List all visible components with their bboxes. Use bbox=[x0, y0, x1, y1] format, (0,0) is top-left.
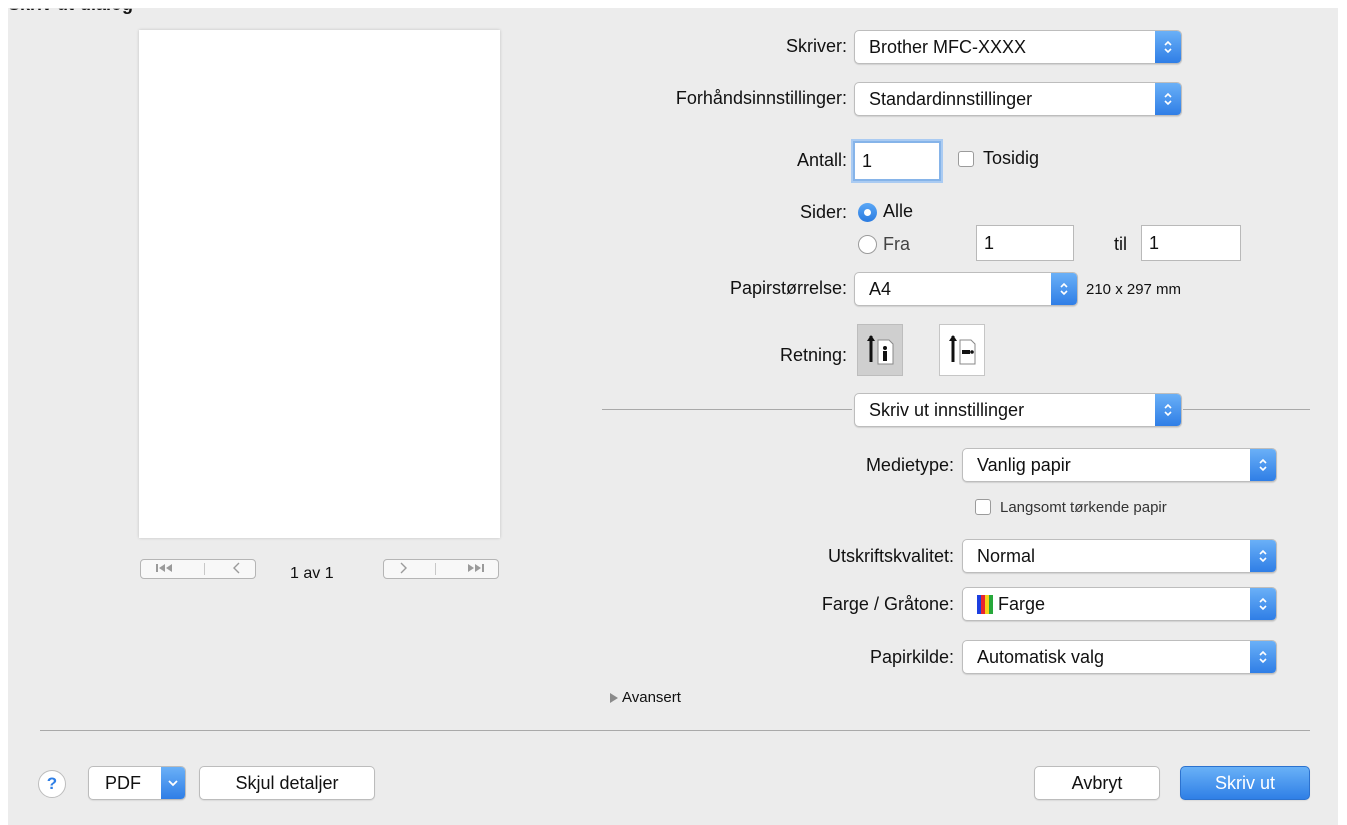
quality-label: Utskriftskvalitet: bbox=[827, 546, 954, 566]
pages-from-radio[interactable] bbox=[858, 235, 877, 254]
section-value: Skriv ut innstillinger bbox=[869, 399, 1025, 420]
chevron-updown-icon bbox=[1155, 394, 1181, 426]
chevron-updown-icon bbox=[1250, 641, 1276, 673]
paper-size-value: A4 bbox=[869, 278, 892, 299]
paper-dimensions: 210 x 297 mm bbox=[1086, 281, 1182, 298]
printer-select[interactable]: Brother MFC-XXXX bbox=[854, 30, 1182, 64]
next-page-icon[interactable] bbox=[398, 562, 408, 577]
pages-to-label: til bbox=[1114, 234, 1127, 254]
presets-select[interactable]: Standardinnstillinger bbox=[854, 82, 1182, 116]
pages-from-label: Fra bbox=[883, 234, 910, 254]
quality-select[interactable]: Normal bbox=[962, 539, 1277, 573]
duplex-label: Tosidig bbox=[983, 148, 1040, 168]
color-select[interactable]: Farge bbox=[962, 587, 1277, 621]
pages-to-input[interactable]: 1 bbox=[1141, 225, 1241, 261]
help-icon: ? bbox=[46, 774, 58, 793]
chevron-down-icon bbox=[161, 767, 185, 799]
chevron-updown-icon bbox=[1250, 588, 1276, 620]
paper-size-label: Papirstørrelse: bbox=[729, 278, 847, 298]
pages-all-radio[interactable] bbox=[858, 203, 877, 222]
slow-dry-checkbox[interactable] bbox=[975, 499, 991, 515]
slow-dry-label: Langsomt tørkende papir bbox=[1000, 499, 1167, 516]
media-type-value: Vanlig papir bbox=[977, 454, 1071, 475]
landscape-orientation-icon bbox=[949, 335, 976, 365]
preview-nav-forward-group bbox=[383, 559, 499, 579]
paper-source-select[interactable]: Automatisk valg bbox=[962, 640, 1277, 674]
paper-size-select[interactable]: A4 bbox=[854, 272, 1078, 306]
chevron-updown-icon bbox=[1155, 31, 1181, 63]
copies-input[interactable]: 1 bbox=[853, 141, 941, 181]
portrait-orientation-icon bbox=[867, 335, 894, 365]
print-button[interactable]: Skriv ut bbox=[1180, 766, 1310, 800]
paper-source-value: Automatisk valg bbox=[977, 646, 1105, 667]
presets-label: Forhåndsinnstillinger: bbox=[675, 88, 847, 108]
swatch-bar bbox=[989, 594, 993, 614]
first-page-icon[interactable] bbox=[155, 562, 177, 576]
pages-all-label: Alle bbox=[883, 201, 914, 221]
last-page-icon[interactable] bbox=[463, 562, 485, 576]
help-button[interactable]: ? bbox=[38, 770, 66, 798]
section-divider-right bbox=[1183, 409, 1310, 410]
color-value-wrap: Farge bbox=[977, 588, 1045, 620]
section-divider-left bbox=[602, 409, 852, 410]
dialog-title: Skriv ut-dialog bbox=[8, 0, 134, 14]
chevron-updown-icon bbox=[1155, 83, 1181, 115]
page-indicator: 1 av 1 bbox=[290, 565, 334, 582]
copies-label: Antall: bbox=[796, 150, 847, 170]
advanced-disclosure[interactable]: Avansert bbox=[610, 689, 681, 706]
color-swatch-icon bbox=[977, 594, 993, 614]
printer-label: Skriver: bbox=[785, 36, 847, 56]
nav-separator bbox=[203, 563, 205, 575]
color-value: Farge bbox=[998, 593, 1046, 614]
orientation-label: Retning: bbox=[779, 345, 847, 365]
chevron-updown-icon bbox=[1250, 449, 1276, 481]
section-select[interactable]: Skriv ut innstillinger bbox=[854, 393, 1182, 427]
pdf-label: PDF bbox=[105, 772, 141, 793]
printer-value: Brother MFC-XXXX bbox=[869, 36, 1027, 57]
presets-value: Standardinnstillinger bbox=[869, 88, 1033, 109]
chevron-updown-icon bbox=[1250, 540, 1276, 572]
landscape-orientation-button[interactable] bbox=[939, 324, 985, 376]
nav-separator bbox=[434, 563, 436, 575]
footer-divider bbox=[40, 730, 1310, 731]
cancel-button[interactable]: Avbryt bbox=[1034, 766, 1160, 800]
pages-label: Sider: bbox=[799, 202, 847, 222]
previous-page-icon[interactable] bbox=[232, 562, 242, 577]
chevron-updown-icon bbox=[1051, 273, 1077, 305]
duplex-checkbox[interactable] bbox=[958, 151, 974, 167]
advanced-label: Avansert bbox=[622, 689, 681, 706]
media-type-label: Medietype: bbox=[865, 455, 954, 475]
hide-details-button[interactable]: Skjul detaljer bbox=[199, 766, 375, 800]
media-type-select[interactable]: Vanlig papir bbox=[962, 448, 1277, 482]
pdf-menu-button[interactable]: PDF bbox=[88, 766, 186, 800]
paper-source-label: Papirkilde: bbox=[869, 647, 954, 667]
disclosure-triangle-icon bbox=[610, 692, 618, 703]
portrait-orientation-button[interactable] bbox=[857, 324, 903, 376]
page-preview bbox=[139, 30, 500, 538]
pages-from-input[interactable]: 1 bbox=[976, 225, 1074, 261]
preview-nav-back-group bbox=[140, 559, 256, 579]
color-label: Farge / Gråtone: bbox=[821, 594, 954, 614]
quality-value: Normal bbox=[977, 545, 1036, 566]
